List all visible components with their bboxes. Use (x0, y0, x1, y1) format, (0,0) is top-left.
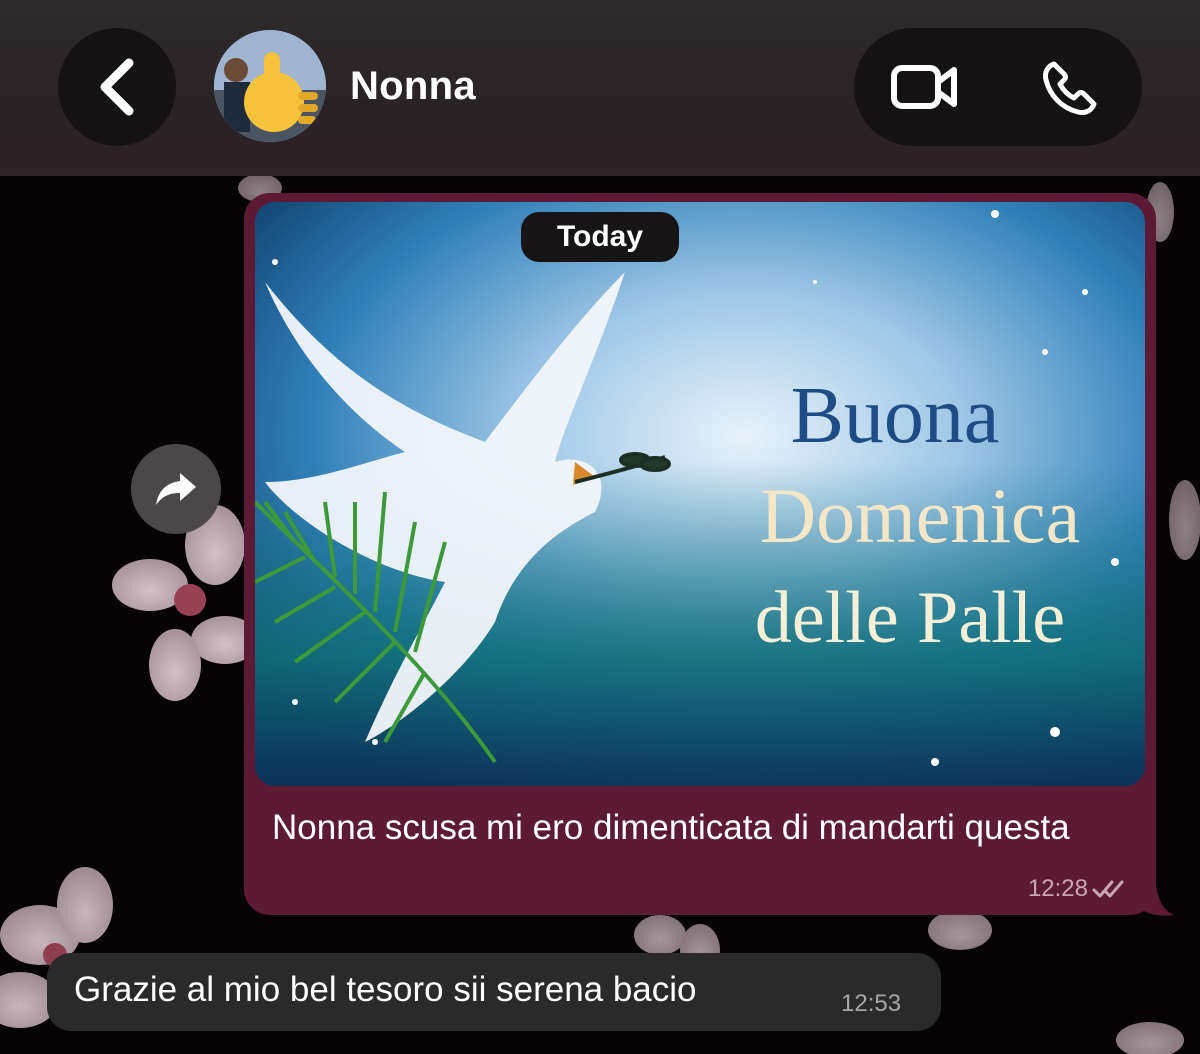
phone-icon (1043, 61, 1097, 115)
back-button[interactable] (58, 28, 176, 146)
voice-call-button[interactable] (1040, 58, 1100, 118)
message-text: Grazie al mio bel tesoro sii serena baci… (74, 970, 697, 1009)
date-separator: Today (521, 212, 679, 262)
image-text-line3: delle Palle (755, 577, 1065, 659)
blossom-left (112, 505, 259, 701)
chat-header: Nonna (0, 0, 1200, 176)
message-caption: Nonna scusa mi ero dimenticata di mandar… (272, 808, 1070, 847)
image-text-line2: Domenica (760, 472, 1081, 559)
message-image[interactable]: Buona Domenica delle Palle (255, 202, 1145, 786)
outgoing-message-bubble[interactable]: Buona Domenica delle Palle Nonna scusa m… (244, 193, 1156, 915)
contact-name[interactable]: Nonna (350, 64, 476, 109)
video-camera-icon (891, 65, 957, 109)
share-arrow-icon (156, 473, 196, 505)
bubble-tail (1140, 885, 1174, 916)
message-meta: 12:28 (1028, 875, 1126, 903)
incoming-message-bubble[interactable]: Grazie al mio bel tesoro sii serena baci… (47, 953, 941, 1031)
chevron-left-icon (100, 58, 134, 116)
contact-avatar[interactable] (214, 30, 326, 142)
message-time: 12:53 (841, 990, 902, 1017)
forward-button[interactable] (131, 444, 221, 534)
message-time: 12:28 (1027, 875, 1088, 902)
video-call-button[interactable] (890, 60, 960, 114)
image-text-line1: Buona (791, 372, 1000, 460)
call-actions (854, 28, 1142, 146)
read-double-check-icon (1092, 880, 1124, 898)
